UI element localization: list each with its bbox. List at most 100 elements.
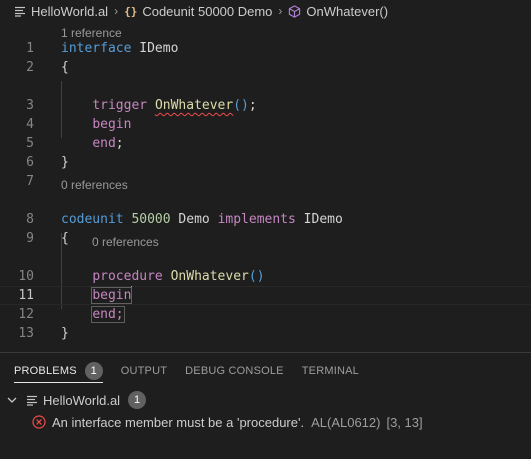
code-token: OnWhatever <box>154 98 234 113</box>
code-line[interactable]: 7 <box>0 172 531 191</box>
lines-file-icon <box>26 394 38 406</box>
code-token: 50000 <box>131 212 171 227</box>
line-number: 13 <box>18 326 34 341</box>
code-token: procedure <box>92 269 163 284</box>
code-line[interactable]: 1 interface IDemo <box>0 39 531 58</box>
code-token: trigger <box>92 98 148 113</box>
line-number: 4 <box>26 117 34 132</box>
line-code: begin <box>61 115 131 134</box>
problem-code: AL(AL0612) <box>311 414 381 430</box>
tab-debug-console[interactable]: DEBUG CONSOLE <box>185 353 284 389</box>
code-line[interactable]: 11 begin <box>0 286 531 305</box>
bottom-panel: PROBLEMS 1 OUTPUT DEBUG CONSOLE TERMINAL Hel… <box>0 352 531 459</box>
tab-label: TERMINAL <box>301 365 359 377</box>
code-line[interactable]: 10 procedure OnWhatever() <box>0 267 531 286</box>
error-circle-icon <box>32 415 46 429</box>
cube-method-icon <box>288 4 301 18</box>
problem-item[interactable]: An interface member must be a 'procedure… <box>0 411 531 433</box>
problems-count-badge: 1 <box>84 362 103 380</box>
breadcrumb-file[interactable]: HelloWorld.al <box>14 4 108 19</box>
line-code: end; <box>61 134 124 153</box>
tab-label: DEBUG CONSOLE <box>185 365 284 377</box>
code-token: { <box>61 60 69 75</box>
code-token: OnWhatever <box>170 269 249 284</box>
line-number: 9 <box>26 231 34 246</box>
code-token: IDemo <box>303 212 343 227</box>
line-code: { <box>61 229 69 248</box>
code-line[interactable]: 5 end; <box>0 134 531 153</box>
panel-tabs: PROBLEMS 1 OUTPUT DEBUG CONSOLE TERMINAL <box>0 353 377 389</box>
line-code: begin <box>61 286 133 305</box>
code-token: implements <box>217 212 296 227</box>
chevron-right-icon: › <box>114 4 119 18</box>
code-token: end <box>92 136 116 151</box>
code-editor[interactable]: 1 reference 0 references 0 references 1i… <box>0 22 531 352</box>
code-line[interactable]: 6} <box>0 153 531 172</box>
code-line[interactable]: 4 begin <box>0 115 531 134</box>
code-token: () <box>233 98 249 113</box>
code-token: begin <box>91 287 133 304</box>
line-number: 3 <box>26 98 34 113</box>
line-code: } <box>61 324 69 343</box>
code-line[interactable]: 3 trigger OnWhatever(); <box>0 96 531 115</box>
chevron-right-icon: › <box>278 4 283 18</box>
problem-location: [3, 13] <box>386 414 423 430</box>
code-token: IDemo <box>139 41 179 56</box>
breadcrumb-member[interactable]: OnWhatever() <box>288 4 388 19</box>
line-code: procedure OnWhatever() <box>61 267 264 286</box>
line-number: 6 <box>26 155 34 170</box>
line-number: 5 <box>26 136 34 151</box>
tab-output[interactable]: OUTPUT <box>121 353 167 389</box>
code-token: Demo <box>178 212 210 227</box>
tab-terminal[interactable]: TERMINAL <box>302 353 359 389</box>
chevron-down-icon[interactable] <box>6 394 18 406</box>
tab-problems[interactable]: PROBLEMS 1 <box>14 353 103 389</box>
line-number: 7 <box>26 174 34 189</box>
breadcrumb-object[interactable]: {} Codeunit 50000 Demo <box>124 4 272 19</box>
lines-file-icon <box>14 5 26 17</box>
problem-file-group[interactable]: HelloWorld.al 1 <box>0 389 531 411</box>
code-token: end; <box>91 306 125 323</box>
code-token: codeunit <box>61 212 124 227</box>
code-token: interface <box>61 41 132 56</box>
code-line[interactable]: 9{ <box>0 229 531 248</box>
line-code: trigger OnWhatever(); <box>61 96 257 115</box>
line-number: 1 <box>26 41 34 56</box>
code-line[interactable]: 8 codeunit 50000 Demo implements IDemo <box>0 210 531 229</box>
code-token: begin <box>92 117 132 132</box>
line-code: interface IDemo <box>61 39 178 58</box>
line-number: 11 <box>18 288 34 303</box>
code-token: } <box>61 155 69 170</box>
line-code: } <box>61 153 69 172</box>
code-token: ; <box>115 136 124 151</box>
problem-file-name: HelloWorld.al <box>43 392 121 408</box>
breadcrumb-file-label: HelloWorld.al <box>31 3 109 19</box>
code-line[interactable]: 2{ <box>0 58 531 77</box>
problem-message: An interface member must be a 'procedure… <box>52 414 305 430</box>
breadcrumb-member-label: OnWhatever() <box>306 3 389 19</box>
breadcrumb-object-label: Codeunit 50000 Demo <box>142 3 273 19</box>
line-code: end; <box>61 305 125 324</box>
code-token: ; <box>248 98 257 113</box>
code-line[interactable]: 12 end; <box>0 305 531 324</box>
line-number: 2 <box>26 60 34 75</box>
breadcrumb: HelloWorld.al › {} Codeunit 50000 Demo ›… <box>0 0 531 22</box>
line-code: codeunit 50000 Demo implements IDemo <box>61 210 343 229</box>
text-cursor <box>131 286 133 302</box>
code-token: } <box>61 326 69 341</box>
line-number: 8 <box>26 212 34 227</box>
code-line[interactable]: 13} <box>0 324 531 343</box>
tab-label: PROBLEMS <box>14 365 77 377</box>
tab-label: OUTPUT <box>120 365 168 377</box>
line-code: { <box>61 58 69 77</box>
code-token: { <box>61 231 69 246</box>
